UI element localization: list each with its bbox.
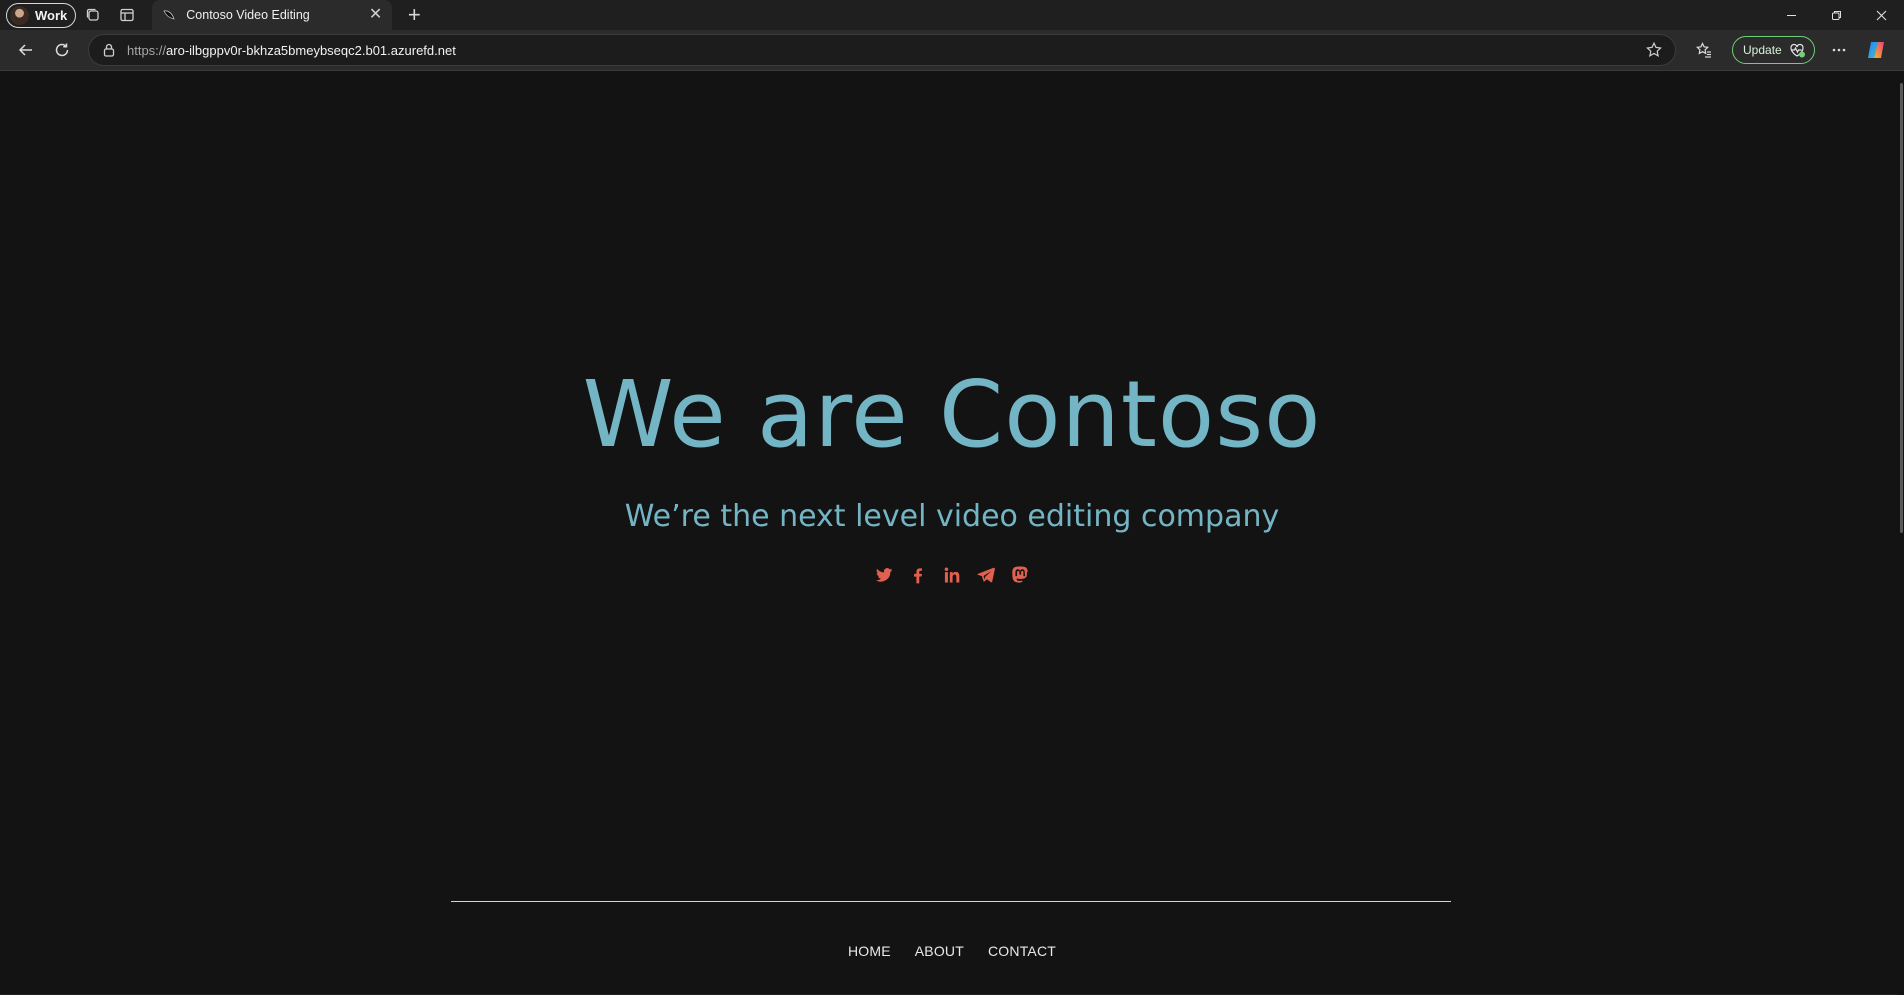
plus-icon: + [407, 2, 421, 27]
window-controls [1769, 0, 1904, 30]
close-icon [1876, 10, 1887, 20]
update-label: Update [1743, 43, 1782, 57]
footer-divider [451, 901, 1451, 902]
mastodon-link[interactable] [1008, 563, 1032, 587]
telegram-icon [977, 567, 995, 583]
new-tab-button[interactable]: + [400, 4, 428, 26]
profile-button[interactable]: Work [6, 2, 77, 28]
tab-actions-icon [120, 8, 134, 22]
social-links [0, 563, 1904, 587]
profile-label: Work [35, 7, 68, 23]
facebook-link[interactable] [906, 563, 930, 587]
close-window-button[interactable] [1859, 0, 1904, 30]
back-arrow-icon [18, 44, 32, 56]
telegram-link[interactable] [974, 563, 998, 587]
twitter-icon [875, 568, 893, 582]
workspaces-button[interactable] [76, 0, 110, 30]
avatar [10, 5, 29, 25]
footer-link-contact[interactable]: CONTACT [988, 943, 1056, 959]
scrollbar-thumb[interactable] [1900, 83, 1903, 533]
tab-strip: Work Contoso Video Editing ✕ + [0, 0, 1904, 30]
update-button[interactable]: Update [1732, 36, 1815, 64]
twitter-link[interactable] [872, 563, 896, 587]
browser-toolbar: https://aro-ilbgppv0r-bkhza5bmeybseqc2.b… [0, 30, 1904, 70]
favorite-star-icon[interactable] [1645, 41, 1663, 59]
tab-title: Contoso Video Editing [186, 8, 310, 22]
mastodon-icon [1012, 566, 1028, 583]
back-button[interactable] [8, 34, 44, 66]
address-bar[interactable]: https://aro-ilbgppv0r-bkhza5bmeybseqc2.b… [88, 34, 1676, 66]
settings-more-button[interactable] [1821, 34, 1857, 66]
hero-title: We are Contoso [582, 361, 1322, 468]
minimize-button[interactable] [1769, 0, 1814, 30]
restore-button[interactable] [1814, 0, 1859, 30]
heart-pulse-icon [1790, 43, 1805, 58]
copilot-icon[interactable] [1865, 39, 1887, 61]
footer-link-home[interactable]: HOME [848, 943, 891, 959]
linkedin-link[interactable] [940, 563, 964, 587]
close-tab-icon[interactable]: ✕ [369, 7, 382, 23]
facebook-icon [914, 568, 922, 584]
minimize-icon [1787, 14, 1796, 16]
url-text: https://aro-ilbgppv0r-bkhza5bmeybseqc2.b… [127, 43, 456, 58]
footer-link-about[interactable]: ABOUT [915, 943, 964, 959]
linkedin-icon [944, 567, 960, 583]
favorites-list-icon [1695, 42, 1711, 58]
refresh-button[interactable] [44, 34, 80, 66]
url-scheme: https:// [127, 42, 167, 58]
footer-nav: HOME ABOUT CONTACT [0, 943, 1904, 959]
hero-subtitle: We’re the next level video editing compa… [624, 499, 1280, 534]
site-info-lock-icon[interactable] [101, 42, 117, 58]
url-host: aro-ilbgppv0r-bkhza5bmeybseqc2.b01.azure… [166, 42, 456, 58]
restore-icon [1832, 10, 1841, 20]
workspaces-icon [87, 8, 99, 21]
vertical-tabs-button[interactable] [110, 0, 144, 30]
tab-favicon-icon [163, 10, 175, 20]
refresh-icon [55, 43, 69, 57]
page-scrollbar[interactable] [1898, 71, 1904, 995]
page-viewport: We are Contoso We’re the next level vide… [0, 70, 1904, 995]
favorites-button[interactable] [1686, 34, 1722, 66]
more-dots-icon [1832, 48, 1846, 52]
tab-contoso[interactable]: Contoso Video Editing ✕ [152, 0, 393, 30]
